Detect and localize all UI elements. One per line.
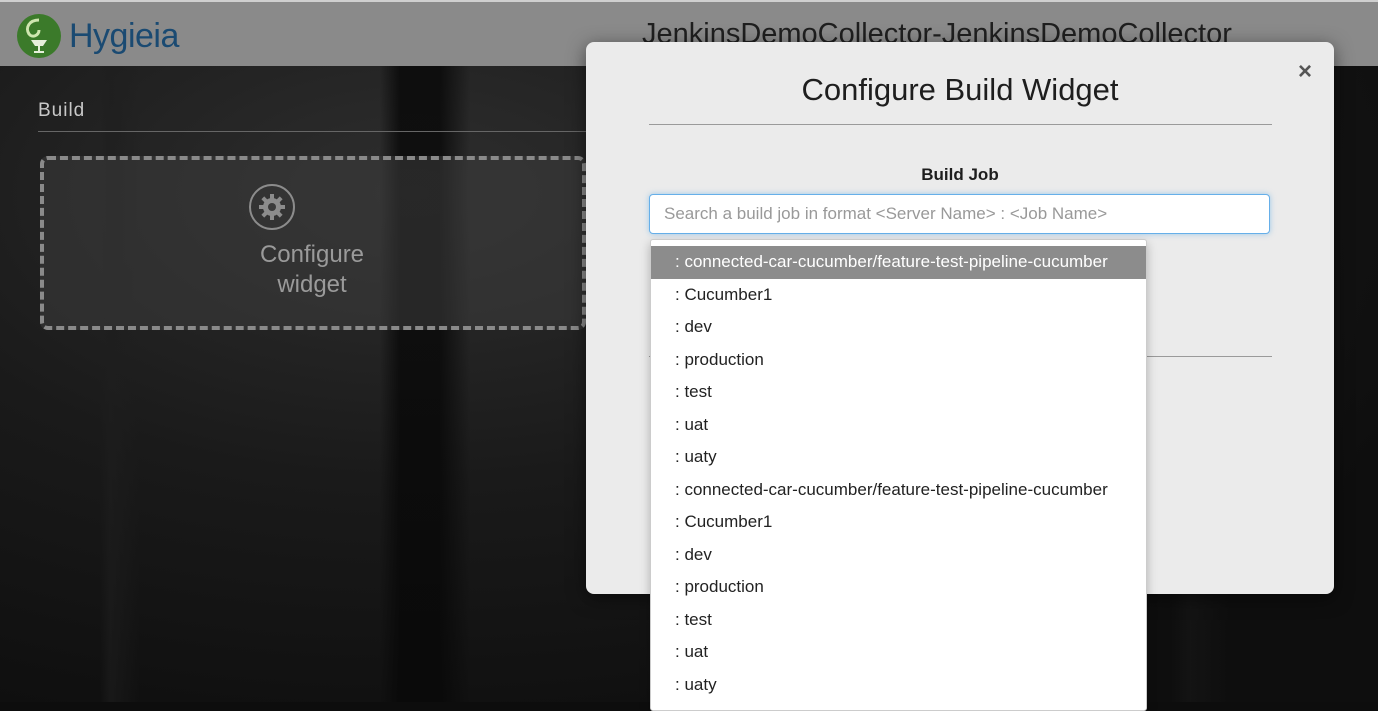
gear-icon[interactable] — [249, 184, 295, 230]
dropdown-option[interactable]: : dev — [651, 311, 1146, 344]
dropdown-option[interactable]: : uaty — [651, 669, 1146, 702]
build-widget-label: Build — [38, 100, 86, 121]
configure-line-2: widget — [277, 271, 347, 298]
dropdown-option[interactable]: : production — [651, 571, 1146, 604]
dropdown-option[interactable]: : test — [651, 376, 1146, 409]
configure-line-1: Configure — [259, 241, 365, 268]
dropdown-option[interactable]: : Cucumber1 — [651, 279, 1146, 312]
configure-widget-label[interactable]: Configure widget — [232, 240, 392, 300]
build-job-label: Build Job — [921, 165, 999, 184]
dropdown-option[interactable]: : test — [651, 604, 1146, 637]
dropdown-option[interactable]: : connected-car-cucumber/feature-test-pi… — [651, 246, 1146, 279]
logo-text: Hygieia — [69, 16, 179, 55]
modal-title-divider — [649, 124, 1272, 125]
hygieia-logo[interactable]: Hygieia — [17, 14, 179, 58]
dropdown-option[interactable]: : uaty — [651, 441, 1146, 474]
dropdown-option[interactable]: : production — [651, 344, 1146, 377]
dropdown-option[interactable]: : connected-car-cucumber/feature-test-pi… — [651, 474, 1146, 507]
close-icon[interactable]: × — [1298, 58, 1312, 86]
build-job-dropdown[interactable]: : connected-car-cucumber/feature-test-pi… — [650, 239, 1147, 711]
dropdown-option[interactable]: : uat — [651, 636, 1146, 669]
build-job-search-input[interactable] — [649, 194, 1270, 234]
build-job-options: : connected-car-cucumber/feature-test-pi… — [651, 240, 1146, 701]
build-divider — [38, 131, 598, 132]
dropdown-option[interactable]: : dev — [651, 539, 1146, 572]
modal-title: Configure Build Widget — [801, 72, 1119, 107]
dropdown-option[interactable]: : uat — [651, 409, 1146, 442]
dropdown-option[interactable]: : Cucumber1 — [651, 506, 1146, 539]
top-border — [0, 0, 1378, 2]
hygieia-logo-icon — [17, 14, 61, 58]
